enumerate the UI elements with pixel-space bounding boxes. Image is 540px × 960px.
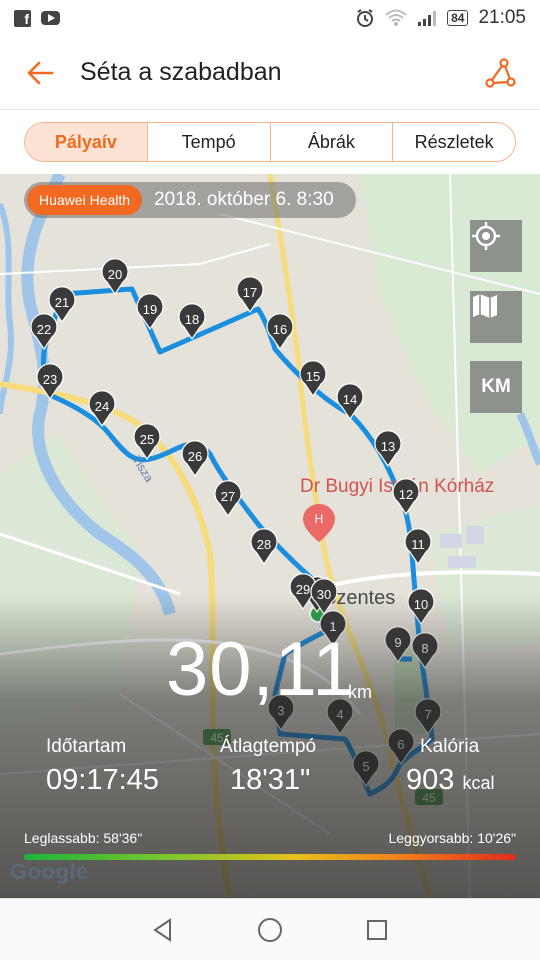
km-marker-label: 28 — [257, 537, 271, 552]
tab-bar-container: Pályaív Tempó Ábrák Részletek — [0, 110, 540, 174]
source-pill: Huawei Health 2018. október 6. 8:30 — [24, 182, 356, 218]
share-icon — [485, 57, 516, 88]
slowest-pace: Leglassabb: 58'36" — [24, 830, 143, 846]
km-marker-label: 27 — [221, 489, 235, 504]
back-button[interactable] — [0, 36, 80, 110]
facebook-icon: f — [14, 9, 31, 27]
calories-label: Kalória — [420, 736, 480, 757]
alarm-icon — [357, 9, 374, 27]
nav-recents-button[interactable] — [357, 910, 397, 950]
distance-unit: km — [348, 682, 372, 702]
nav-home-button[interactable] — [250, 910, 290, 950]
km-marker-label: 13 — [381, 439, 395, 454]
km-marker-label: 26 — [188, 449, 202, 464]
calories-unit: kcal — [462, 773, 495, 793]
calories-value-row: 903 kcal — [406, 764, 494, 797]
svg-text:H: H — [315, 512, 324, 526]
km-marker-label: 25 — [140, 432, 154, 447]
status-bar: f 84 21:05 — [0, 0, 540, 36]
activity-date: 2018. október 6. 8:30 — [154, 189, 334, 210]
huawei-health-badge: Huawei Health — [27, 185, 143, 215]
km-marker-label: 19 — [143, 302, 157, 317]
km-marker-label: 15 — [306, 369, 320, 384]
tab-bar: Pályaív Tempó Ábrák Részletek — [24, 122, 516, 162]
tab-tempo[interactable]: Tempó — [146, 123, 270, 161]
total-distance: 30,11 — [166, 627, 356, 712]
share-button[interactable] — [460, 36, 540, 110]
triangle-back-icon — [153, 917, 172, 942]
page-title: Séta a szabadban — [80, 58, 282, 86]
km-marker-label: 12 — [399, 487, 413, 502]
duration-label: Időtartam — [46, 736, 127, 757]
nav-back-button[interactable] — [143, 910, 183, 950]
google-logo: Google — [10, 859, 89, 884]
km-marker-label: 20 — [108, 267, 122, 282]
km-marker-label: 18 — [185, 312, 199, 327]
arrow-left-icon — [27, 61, 54, 84]
youtube-icon — [41, 11, 60, 25]
battery-indicator: 84 — [447, 10, 469, 26]
km-marker-label: 11 — [411, 537, 425, 552]
system-nav-bar — [0, 898, 540, 960]
pace-gradient-bar — [24, 854, 516, 860]
signal-icon — [418, 11, 437, 26]
pace-value: 18'31" — [230, 764, 311, 796]
route-map[interactable]: H Dr Bugyi István Kórház Szentes Tisza 4… — [0, 174, 540, 898]
wifi-icon — [385, 9, 407, 26]
tab-reszletek[interactable]: Részletek — [392, 123, 515, 161]
square-recents-icon — [366, 919, 387, 940]
crosshair-icon — [472, 222, 500, 250]
tab-abrak[interactable]: Ábrák — [269, 123, 393, 161]
km-marker-label: 24 — [95, 399, 109, 414]
map-type-button[interactable] — [470, 291, 522, 343]
km-marker-label: 21 — [55, 295, 69, 310]
circle-home-icon — [257, 917, 282, 942]
km-unit-button[interactable]: KM — [470, 361, 522, 413]
km-marker-label: 22 — [37, 322, 51, 337]
calories-value: 903 — [406, 764, 455, 796]
locate-button[interactable] — [470, 220, 522, 272]
km-marker-label: 14 — [343, 392, 357, 407]
duration-value: 09:17:45 — [46, 764, 159, 796]
km-marker-label: 16 — [273, 322, 287, 337]
map-icon — [473, 294, 497, 318]
pace-label: Átlagtempó — [220, 736, 317, 757]
status-time: 21:05 — [478, 7, 526, 28]
fastest-pace: Leggyorsabb: 10'26" — [388, 830, 516, 846]
km-marker-label: 23 — [43, 372, 57, 387]
km-marker-label: 17 — [243, 285, 257, 300]
tab-palyaiv[interactable]: Pályaív — [25, 123, 147, 161]
app-header: Séta a szabadban — [0, 36, 540, 110]
app-root: f 84 21:05 Séta a szabadban Pályaív Temp… — [0, 0, 540, 960]
